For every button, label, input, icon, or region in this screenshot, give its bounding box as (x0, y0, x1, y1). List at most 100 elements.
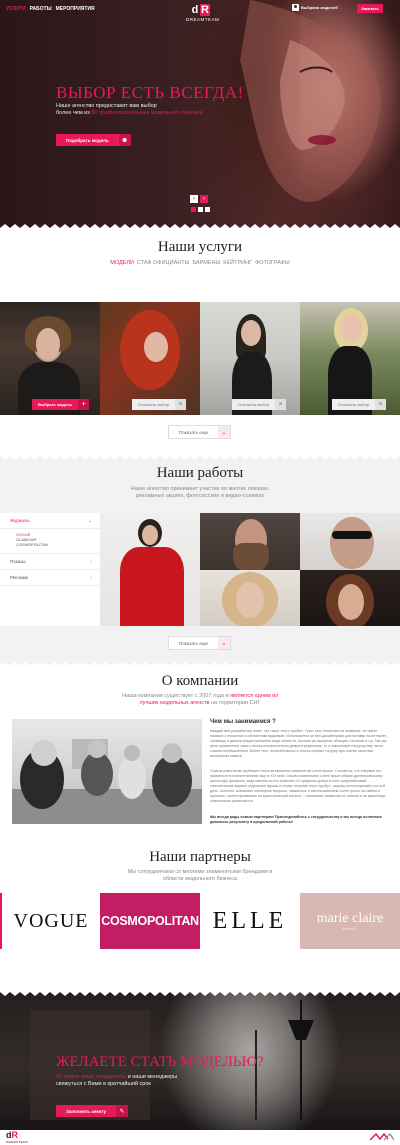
hero-title: ВЫБОР ЕСТЬ ВСЕГДА! (56, 83, 244, 102)
nav-item-services[interactable]: Услуги (6, 6, 26, 12)
works-description: Наше агенство принимает участие во многи… (130, 486, 270, 499)
logo-letter-r: R (200, 4, 210, 16)
postpone-button[interactable]: Отложить выбор × (132, 399, 187, 410)
zigzag-divider (0, 662, 400, 670)
submenu-item-cosmopolitan[interactable]: COSMOPOLITAN (16, 542, 100, 547)
work-face (142, 525, 158, 545)
marie-claire-wordmark: marie claire (316, 911, 384, 926)
chevron-down-icon: ⌄ (88, 517, 92, 523)
show-more-models-button[interactable]: Показать еще ⌄ (168, 425, 232, 439)
hero-banner: Услуги Работы Мероприятия d R DREAMTEAM … (0, 0, 400, 232)
postpone-button[interactable]: Отложить выбор × (332, 399, 387, 410)
category-ads-label: Реклама (10, 575, 29, 580)
model-face (241, 320, 261, 346)
selected-models-link[interactable]: Выбрано моделей 1 (292, 4, 342, 11)
close-icon: × (275, 399, 287, 410)
work-photo[interactable] (200, 513, 300, 570)
footer-logo-r: R (11, 1130, 19, 1140)
user-icon (292, 4, 299, 11)
tab-photographers[interactable]: Фотографы (255, 260, 290, 266)
works-title: Наши работы (156, 465, 244, 481)
slider-dot[interactable] (205, 207, 210, 212)
work-photo[interactable] (300, 570, 400, 626)
slider-dots (191, 207, 210, 212)
partner-vogue-logo[interactable]: VOGUE (0, 893, 100, 949)
partners-logos: VOGUE COSMOPOLITAN ELLE marie claire PAR… (0, 893, 400, 949)
work-dress (120, 547, 184, 626)
hero-subtitle-line1: Наше агенство предоставит вам выбор (56, 103, 157, 109)
work-photo[interactable] (200, 570, 300, 626)
partners-description: Мы сотрудничаем со многими знаменитыми б… (127, 869, 273, 882)
model-card[interactable]: Выбрать модель + (0, 302, 100, 415)
category-shows[interactable]: Показы › (0, 554, 100, 570)
hero-subtitle: Наше агенство предоставит вам выбор боле… (56, 103, 216, 117)
tab-waiters[interactable]: Стаф официанты (137, 260, 189, 266)
chevron-right-icon: › (90, 575, 93, 580)
show-more-label: Показать еще (179, 429, 209, 435)
about-team-photo (12, 719, 202, 824)
team-illustration (12, 739, 202, 824)
about-intro: Наша компания существует с 2007 года и я… (112, 693, 288, 707)
logo-text: DREAMTEAM (186, 17, 220, 22)
site-logo[interactable]: d R DREAMTEAM (186, 4, 220, 22)
model-card[interactable]: Отложить выбор × (100, 302, 200, 415)
partner-marie-claire-logo[interactable]: marie claire PARIS (300, 893, 400, 949)
join-subtitle: Оставьте ваши координаты и наши менеджер… (56, 1074, 186, 1088)
slider-prev-icon[interactable]: ‹ (190, 195, 198, 203)
postpone-label: Отложить выбор (332, 399, 376, 410)
order-button[interactable]: Заказать (357, 4, 383, 13)
nav-item-works[interactable]: Работы (30, 6, 52, 12)
zigzag-divider (0, 452, 400, 460)
partner-elle-logo[interactable]: ELLE (200, 893, 300, 949)
partner-cosmopolitan-logo[interactable]: COSMOPOLITAN (100, 893, 200, 949)
user-icon: ☻ (118, 134, 131, 146)
services-title: Наши услуги (157, 239, 243, 255)
slider-arrows: ‹ › (190, 195, 208, 203)
fill-form-label: Заполнить анкету (56, 1105, 116, 1117)
select-model-label: Выбрать модель (32, 399, 79, 410)
about-intro-suffix: на территории СНГ (211, 700, 261, 706)
pick-model-button[interactable]: Подобрать модель ☻ (56, 134, 131, 146)
tab-bartenders[interactable]: Бармены (192, 260, 220, 266)
category-ads[interactable]: Реклама › (0, 570, 100, 586)
footer-logo[interactable]: d R DREAMTEAM (6, 1130, 28, 1145)
selected-models-count: 1 (339, 5, 342, 10)
postpone-button[interactable]: Отложить выбор × (232, 399, 287, 410)
about-paragraph-2: Самым известным «рыбным» текстом являетс… (210, 769, 386, 803)
category-journals[interactable]: Журналы ⌄ (0, 513, 100, 529)
pick-model-label: Подобрать модель (56, 134, 119, 146)
works-categories: Журналы ⌄ VOGUE GLAMOUR COSMOPOLITAN Пок… (0, 513, 100, 626)
close-icon: × (175, 399, 187, 410)
postpone-label: Отложить выбор (232, 399, 276, 410)
plus-icon: + (78, 399, 90, 410)
developer-logo-icon[interactable] (370, 1133, 394, 1141)
about-paragraph-3: Мы всегда рады новым партнерам! Присоеди… (210, 815, 382, 824)
edit-icon: ✎ (115, 1105, 128, 1117)
slider-next-icon[interactable]: › (200, 195, 208, 203)
model-face (340, 314, 362, 342)
footer: d R DREAMTEAM (0, 1130, 400, 1145)
model-card[interactable]: Отложить выбор × (300, 302, 400, 415)
select-model-button[interactable]: Выбрать модель + (32, 399, 90, 410)
nav-item-events[interactable]: Мероприятия (56, 6, 95, 12)
selected-models-label: Выбрано моделей (301, 5, 338, 10)
show-more-works-button[interactable]: Показать еще ⌄ (168, 636, 232, 650)
slider-dot[interactable] (191, 207, 196, 212)
work-photo[interactable] (100, 513, 200, 626)
chevron-right-icon: › (90, 559, 93, 564)
work-beard (233, 543, 269, 570)
work-face (330, 517, 374, 569)
chevron-down-icon: ⌄ (218, 426, 231, 438)
show-more-label: Показать еще (179, 640, 209, 646)
tab-catering[interactable]: Кейтринг (223, 260, 252, 266)
footer-logo-text: DREAMTEAM (6, 1140, 28, 1144)
work-face (236, 582, 264, 618)
model-face (36, 328, 60, 360)
zigzag-divider (0, 224, 400, 232)
work-photo[interactable] (300, 513, 400, 570)
chevron-down-icon: ⌄ (218, 637, 231, 649)
slider-dot[interactable] (198, 207, 203, 212)
tab-models[interactable]: Модели (110, 260, 134, 266)
model-card[interactable]: Отложить выбор × (200, 302, 300, 415)
fill-form-button[interactable]: Заполнить анкету ✎ (56, 1105, 128, 1117)
